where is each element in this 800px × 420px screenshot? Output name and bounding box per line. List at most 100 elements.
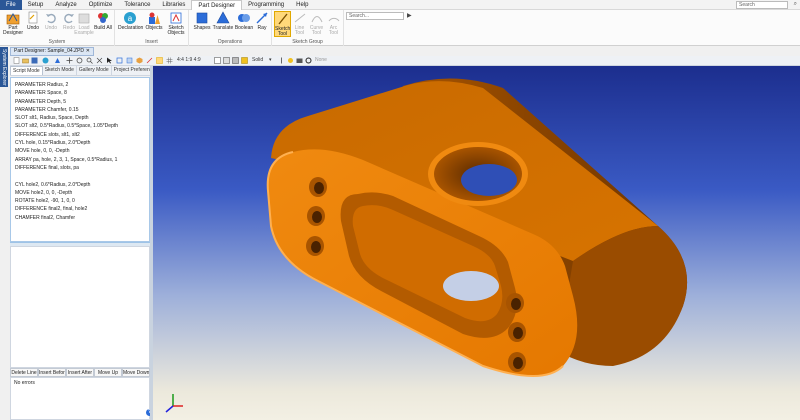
load-example-icon: [78, 13, 90, 24]
view-side-icon[interactable]: [223, 57, 230, 64]
menu-optimize[interactable]: Optimize: [83, 0, 119, 10]
menu-bar: File Setup Analyze Optimize Tolerance Li…: [0, 0, 800, 10]
view-front-icon[interactable]: [126, 57, 133, 64]
document-tab[interactable]: Part Designer: Sample_04.ZPD ✕: [10, 47, 94, 56]
ribbon-group-system: Part Designer Undo Undo Redo Load Exampl…: [0, 10, 115, 46]
grid-icon[interactable]: [166, 57, 173, 64]
script-line[interactable]: DIFFERENCE final2, final, hole2: [15, 205, 145, 213]
script-line[interactable]: DIFFERENCE final, slots, pa: [15, 164, 145, 172]
globe-icon[interactable]: [42, 57, 49, 64]
build-all-button[interactable]: Build All: [92, 11, 114, 37]
move-up-button[interactable]: Move Up: [94, 368, 122, 377]
translate-button[interactable]: Translate: [211, 11, 235, 37]
shapes-button[interactable]: Shapes: [191, 11, 213, 37]
move-down-button[interactable]: Move Down: [122, 368, 150, 377]
line-tool-icon: [294, 13, 305, 23]
script-line[interactable]: ARRAY pa, hole, 2, 3, 1, Space, 0.5*Radi…: [15, 156, 145, 164]
script-editor[interactable]: PARAMETER Radius, 2 PARAMETER Space, 8 P…: [10, 77, 150, 242]
rotate-icon[interactable]: [76, 57, 83, 64]
curve-tool-button[interactable]: Curve Tool: [308, 11, 325, 37]
menu-libraries[interactable]: Libraries: [156, 0, 191, 10]
view-iso-icon[interactable]: [136, 57, 143, 64]
undo-icon: [46, 13, 56, 24]
pointer-icon[interactable]: [106, 57, 113, 64]
script-line[interactable]: CYL hole2, 0.6*Radius, 2.0*Depth: [15, 181, 145, 189]
measure-icon[interactable]: [146, 57, 153, 64]
pan-icon[interactable]: [96, 57, 103, 64]
curve-tool-label: Curve Tool: [309, 25, 324, 36]
insert-before-button[interactable]: Insert Before: [38, 368, 66, 377]
group-label-system: System: [48, 39, 66, 45]
insert-after-button[interactable]: Insert After: [66, 368, 94, 377]
menu-help[interactable]: Help: [290, 0, 314, 10]
top-search-input[interactable]: Search: [736, 1, 788, 9]
load-example-button[interactable]: Load Example: [74, 11, 94, 37]
script-line[interactable]: [15, 172, 145, 180]
ray-button[interactable]: Ray: [251, 11, 273, 37]
menu-tolerance[interactable]: Tolerance: [118, 0, 156, 10]
right-hole-1-inner: [511, 298, 521, 310]
light-icon[interactable]: [287, 57, 294, 64]
script-line[interactable]: SLOT slt2, 0.5*Radius, 0.5*Space, 1.05*D…: [15, 122, 145, 130]
zoom-icon[interactable]: [86, 57, 93, 64]
save-icon[interactable]: [31, 57, 38, 64]
menu-part-designer[interactable]: Part Designer: [191, 0, 243, 10]
settings-icon[interactable]: [305, 57, 312, 64]
declaration-button[interactable]: a Declaration: [118, 11, 143, 37]
menu-analyze[interactable]: Analyze: [49, 0, 82, 10]
curve-tool-icon: [311, 16, 322, 23]
fit-icon[interactable]: [116, 57, 123, 64]
system-explorer-tab[interactable]: System Explorer: [0, 47, 8, 87]
script-line[interactable]: PARAMETER Chamfer, 0.15: [15, 106, 145, 114]
tab-gallery-mode[interactable]: Gallery Mode: [77, 66, 112, 75]
ribbon-search-input[interactable]: Search...: [346, 12, 404, 20]
menu-file[interactable]: File: [0, 0, 22, 10]
new-icon[interactable]: [13, 57, 20, 64]
menu-programming[interactable]: Programming: [242, 0, 290, 10]
delete-line-button[interactable]: Delete Line: [10, 368, 38, 377]
script-line[interactable]: PARAMETER Depth, 5: [15, 98, 145, 106]
sketch-objects-button[interactable]: Sketch Objects: [165, 11, 187, 37]
arc-tool-button[interactable]: Arc Tool: [325, 11, 342, 37]
chevron-down-icon[interactable]: ▾: [269, 57, 272, 64]
tab-sketch-mode[interactable]: Sketch Mode: [43, 66, 77, 75]
line-tool-button[interactable]: Line Tool: [291, 11, 308, 37]
script-line[interactable]: MOVE hole, 0, 0, -Depth: [15, 147, 145, 155]
yellow-cube-icon[interactable]: [241, 57, 248, 64]
3d-viewport[interactable]: [153, 66, 800, 420]
highlight-icon[interactable]: [156, 57, 163, 64]
pin-icon[interactable]: [278, 57, 285, 64]
close-icon[interactable]: ✕: [86, 48, 90, 55]
script-line[interactable]: SLOT slt1, Radius, Space, Depth: [15, 114, 145, 122]
open-icon[interactable]: [22, 57, 29, 64]
script-line[interactable]: PARAMETER Space, 8: [15, 89, 145, 97]
search-icon[interactable]: ⌕: [794, 1, 797, 8]
build-all-icon: [98, 13, 108, 23]
script-line[interactable]: CHAMFER final2, Chamfer: [15, 214, 145, 222]
script-line[interactable]: CYL hole, 0.15*Radius, 2.0*Depth: [15, 139, 145, 147]
script-line[interactable]: ROTATE hole2, -90, 1, 0, 0: [15, 197, 145, 205]
ribbon: Part Designer Undo Undo Redo Load Exampl…: [0, 10, 800, 46]
file-icon: [28, 11, 38, 24]
sketch-tool-button[interactable]: Sketch Tool: [274, 11, 291, 37]
shapes-small-icon[interactable]: [54, 57, 61, 64]
part-designer-button[interactable]: Part Designer: [2, 11, 24, 37]
view-top-icon[interactable]: [214, 57, 221, 64]
ray-label: Ray: [257, 25, 267, 31]
search-go-icon[interactable]: ▶: [407, 12, 412, 19]
camera-icon[interactable]: [296, 57, 303, 64]
render-mode-select[interactable]: Solid: [252, 57, 263, 64]
objects-button[interactable]: Objects: [143, 11, 165, 37]
move-icon[interactable]: [66, 57, 73, 64]
part-render: [165, 78, 688, 413]
translate-label: Translate: [212, 25, 234, 31]
script-line[interactable]: MOVE hole2, 0, 0, -Depth: [15, 189, 145, 197]
view-select[interactable]: None: [315, 57, 327, 64]
zoom-ratio-labels[interactable]: 4:4 1:9 4:9: [177, 57, 201, 64]
script-line[interactable]: DIFFERENCE slots, slt1, slt2: [15, 131, 145, 139]
view-bottom-icon[interactable]: [232, 57, 239, 64]
menu-setup[interactable]: Setup: [22, 0, 50, 10]
left-hole-1-inner: [314, 182, 324, 194]
script-line[interactable]: PARAMETER Radius, 2: [15, 81, 145, 89]
tab-script-mode[interactable]: Script Mode: [10, 66, 43, 75]
